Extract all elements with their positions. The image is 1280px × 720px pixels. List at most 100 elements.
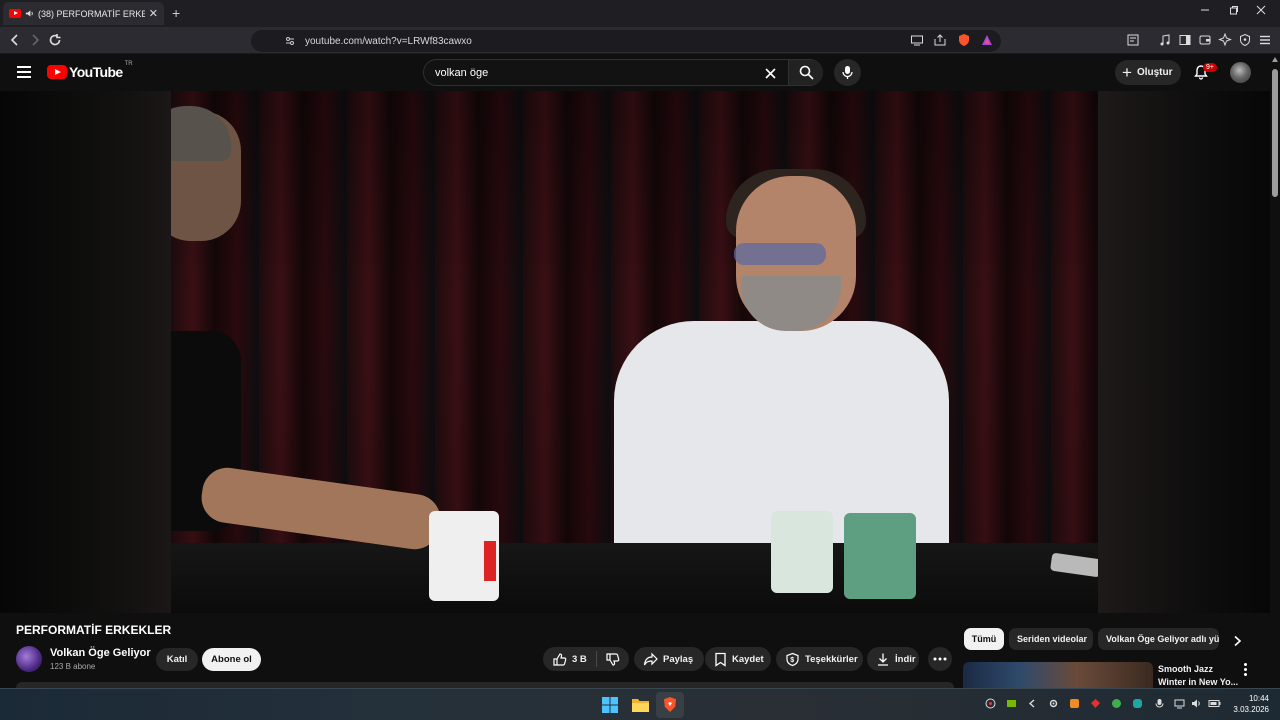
save-button[interactable]: Kaydet [705, 647, 771, 671]
sidebar-icon[interactable] [1178, 33, 1192, 47]
tray-volume-icon[interactable] [1191, 698, 1202, 709]
account-avatar[interactable] [1230, 62, 1251, 83]
channel-name[interactable]: Volkan Öge Geliyor [50, 647, 151, 659]
taskbar-brave-app[interactable] [656, 692, 684, 718]
thanks-button[interactable]: $ Teşekkürler [776, 647, 863, 671]
video-frame[interactable] [171, 91, 1098, 613]
os-taskbar [0, 688, 1280, 720]
youtube-logo[interactable]: YouTube TR [47, 61, 133, 80]
tray-green-app-icon[interactable] [1111, 698, 1122, 709]
speaker-icon[interactable] [25, 9, 34, 18]
leo-ai-icon[interactable] [1218, 33, 1232, 47]
tab-close-icon[interactable]: ✕ [149, 7, 158, 20]
hamburger-menu-icon[interactable] [17, 66, 31, 78]
create-button[interactable]: + Oluştur [1115, 60, 1181, 85]
windows-start-icon[interactable] [602, 697, 618, 713]
address-bar[interactable]: youtube.com/watch?v=LRWf83cawxo [251, 30, 1001, 52]
recommendation-more-icon[interactable] [1244, 663, 1248, 678]
notifications-badge: 9+ [1203, 63, 1217, 72]
recommendation-thumbnail[interactable] [963, 662, 1153, 688]
download-icon [878, 653, 888, 666]
subscribe-button[interactable]: Abone ol [202, 648, 261, 671]
microphone-icon [842, 66, 853, 79]
more-actions-button[interactable] [928, 647, 952, 671]
media-icon[interactable] [1158, 33, 1172, 47]
share-label: Paylaş [663, 653, 694, 665]
search-icon [799, 65, 814, 80]
join-button[interactable]: Katıl [156, 648, 198, 671]
reader-mode-icon[interactable] [1126, 33, 1140, 47]
search-button[interactable] [788, 60, 823, 85]
like-count: 3 B [572, 653, 587, 665]
logo-wordmark: YouTube [69, 64, 123, 80]
channel-avatar[interactable] [16, 646, 42, 672]
share-arrow-icon [643, 652, 658, 665]
save-label: Kaydet [732, 653, 764, 665]
clock-time: 10:44 [1248, 694, 1269, 703]
chip-channel-uploads[interactable]: Volkan Öge Geliyor adlı yük [1098, 628, 1219, 650]
ambient-glow-left [0, 91, 171, 613]
download-label: İndir [895, 653, 916, 665]
chip-all[interactable]: Tümü [964, 628, 1004, 650]
forward-icon[interactable] [28, 33, 42, 47]
search-input[interactable]: volkan öge [435, 67, 488, 79]
thumbs-down-icon[interactable] [605, 652, 620, 667]
share-button[interactable]: Paylaş [634, 647, 704, 671]
tray-red-app-icon[interactable] [1090, 698, 1101, 709]
youtube-header: YouTube TR volkan öge + Oluştur 9+ [0, 54, 1270, 91]
brave-browser-icon [664, 697, 676, 712]
tray-settings-icon[interactable] [1048, 698, 1059, 709]
browser-menu-icon[interactable] [1258, 33, 1272, 47]
like-button[interactable]: 3 B [543, 652, 587, 667]
voice-search-button[interactable] [834, 59, 861, 86]
cast-icon[interactable] [910, 33, 924, 47]
brave-shields-icon[interactable] [957, 33, 971, 47]
site-settings-icon[interactable] [285, 36, 295, 46]
thanks-label: Teşekkürler [805, 653, 858, 665]
url-text: youtube.com/watch?v=LRWf83cawxo [305, 35, 472, 47]
ambient-glow-right [1098, 91, 1270, 613]
tray-orange-app-icon[interactable] [1069, 698, 1080, 709]
tray-mic-icon[interactable] [1154, 698, 1165, 709]
chip-series-videos[interactable]: Seriden videolar [1009, 628, 1093, 650]
scrollbar-thumb[interactable] [1272, 69, 1278, 197]
new-tab-button[interactable]: + [172, 5, 180, 21]
search-box[interactable]: volkan öge [423, 59, 823, 86]
share-page-icon[interactable] [933, 33, 947, 47]
clock-date: 3.03.2026 [1233, 705, 1269, 714]
tray-arrow-icon[interactable] [1027, 698, 1038, 709]
more-horizontal-icon [933, 657, 947, 661]
minimize-icon[interactable] [1200, 5, 1210, 15]
page-scrollbar[interactable] [1270, 54, 1280, 688]
browser-tab-active[interactable]: (38) PERFORMATİF ERKEKLER ✕ [3, 2, 164, 25]
system-clock[interactable]: 10:44 3.03.2026 [1229, 693, 1269, 715]
white-mug [771, 511, 833, 593]
restore-icon[interactable] [1229, 5, 1239, 15]
plus-icon: + [1122, 62, 1132, 82]
video-player[interactable] [0, 91, 1270, 613]
youtube-favicon-icon [9, 9, 21, 18]
tray-app-icon-1[interactable] [985, 698, 996, 709]
brave-rewards-icon[interactable] [980, 33, 994, 47]
reload-icon[interactable] [48, 33, 62, 47]
clear-search-icon[interactable] [765, 68, 776, 79]
tray-display-icon[interactable] [1174, 698, 1185, 709]
create-label: Oluştur [1136, 67, 1173, 78]
guest-glasses [734, 243, 826, 265]
green-mug [844, 513, 916, 599]
file-explorer-icon[interactable] [632, 697, 649, 712]
tray-battery-icon[interactable] [1208, 698, 1222, 709]
back-icon[interactable] [8, 33, 22, 47]
tray-nvidia-icon[interactable] [1006, 698, 1017, 709]
wallet-icon[interactable] [1198, 33, 1212, 47]
window-close-icon[interactable] [1256, 5, 1266, 15]
browser-toolbar: youtube.com/watch?v=LRWf83cawxo [0, 27, 1280, 54]
chevron-right-icon[interactable] [1232, 635, 1242, 647]
download-button[interactable]: İndir [867, 647, 919, 671]
vpn-shield-icon[interactable] [1238, 33, 1252, 47]
tray-teal-app-icon[interactable] [1132, 698, 1143, 709]
super-thanks-icon: $ [786, 652, 799, 666]
scroll-up-arrow-icon[interactable] [1272, 57, 1278, 62]
save-bookmark-icon [715, 652, 726, 667]
recommendation-title[interactable]: Smooth Jazz Winter in New Yo... [1158, 663, 1243, 689]
